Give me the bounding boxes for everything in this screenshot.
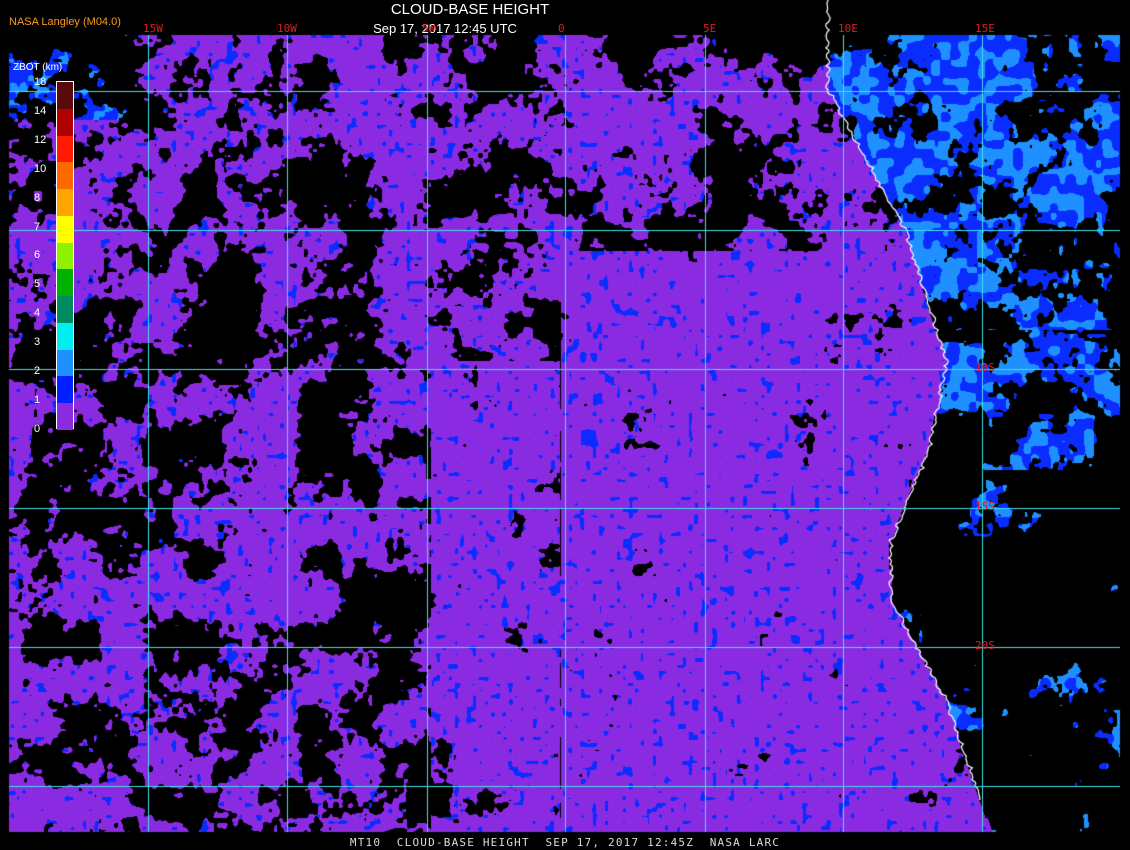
colorbar-title: ZBOT (km) <box>13 62 63 73</box>
colorbar-segment <box>57 82 73 110</box>
source-label: NASA Langley (M04.0) <box>9 16 121 28</box>
colorbar-tick-label: 7 <box>34 220 41 233</box>
lon-label-5e: 5E <box>703 22 717 35</box>
colorbar-tick-label: 5 <box>34 278 41 291</box>
colorbar <box>56 81 74 431</box>
colorbar-segment <box>57 322 73 351</box>
colorbar-segment <box>57 403 73 431</box>
footer-caption: MT10 CLOUD-BASE HEIGHT SEP 17, 2017 12:4… <box>349 836 781 849</box>
colorbar-tick-label: 10 <box>34 162 47 175</box>
map-timestamp: Sep 17, 2017 12:45 UTC <box>373 21 517 36</box>
lon-label-15e: 15E <box>975 22 995 35</box>
colorbar-segment <box>57 296 73 324</box>
colorbar-segment <box>57 162 73 190</box>
colorbar-segment <box>57 349 73 377</box>
lon-label-15w: 15W <box>143 22 163 35</box>
lon-label-10e: 10E <box>838 22 858 35</box>
lon-label-5w: 5W <box>422 22 436 35</box>
colorbar-segment <box>57 108 73 137</box>
lat-label-15s: 15S <box>975 500 995 513</box>
colorbar-tick-label: 14 <box>34 104 47 117</box>
colorbar-segment <box>57 269 73 297</box>
lon-label-10w: 10W <box>277 22 297 35</box>
colorbar-tick-label: 12 <box>34 133 47 146</box>
colorbar-tick-label: 4 <box>34 307 41 320</box>
colorbar-tick-label: 6 <box>34 249 41 262</box>
colorbar-segment <box>57 189 73 217</box>
colorbar-segment <box>57 135 73 163</box>
colorbar-tick-label: 18 <box>34 76 47 88</box>
colorbar-tick-label: 8 <box>34 191 41 204</box>
colorbar-segment <box>57 215 73 244</box>
colorbar-tick-label: 3 <box>34 336 41 349</box>
colorbar-tick-label: 2 <box>34 365 41 377</box>
lon-label-0: 0 <box>558 22 565 35</box>
satellite-map <box>0 0 1130 850</box>
colorbar-segment <box>57 376 73 404</box>
colorbar-tick-label: 0 <box>34 422 41 435</box>
lat-label-20s: 20S <box>975 639 995 652</box>
map-title: CLOUD-BASE HEIGHT <box>390 1 550 18</box>
colorbar-tick-label: 1 <box>34 393 41 406</box>
colorbar-segment <box>57 242 73 270</box>
lat-label-10s: 10S <box>975 361 995 374</box>
